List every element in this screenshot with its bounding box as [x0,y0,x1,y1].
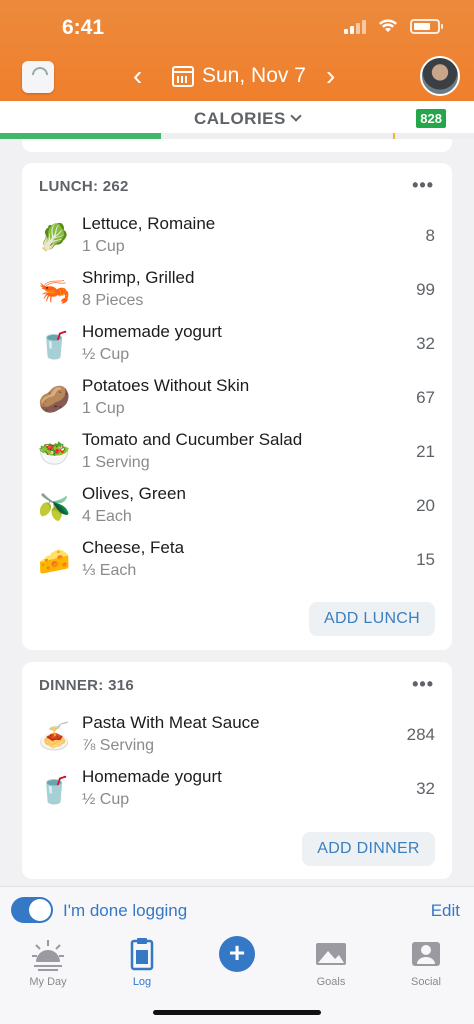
app-header: 6:41 ‹ Sun, Nov 7 › [0,0,474,101]
food-name: Olives, Green [82,484,186,503]
pasta-icon: 🍝 [38,721,71,751]
list-item[interactable]: 🧀 Cheese, Feta ⅓ Each 15 [22,535,452,589]
prev-day-button[interactable]: ‹ [133,62,142,90]
food-portion: ⅓ Each [82,562,137,579]
chevron-down-icon [290,110,302,122]
sunrise-icon [8,936,88,972]
food-portion: 1 Cup [82,400,125,417]
olive-icon: 🫒 [38,492,71,522]
tab-label: My Day [29,976,67,988]
list-item[interactable]: 🥬 Lettuce, Romaine 1 Cup 8 [22,211,452,265]
tab-my-day[interactable]: My Day [8,936,88,988]
done-logging-label: I'm done logging [63,901,188,920]
done-logging-bar: I'm done logging Edit [0,886,474,932]
cheese-icon: 🧀 [38,546,71,576]
goals-image-icon [291,936,371,972]
clipboard-icon [102,936,182,972]
salad-icon: 🥗 [38,438,71,468]
calendar-icon [172,65,194,87]
food-portion: ⅞ Serving [82,737,155,754]
food-portion: 8 Pieces [82,292,144,309]
status-bar: 6:41 [0,14,474,44]
food-calories: 32 [416,779,435,798]
list-item[interactable]: 🥗 Tomato and Cucumber Salad 1 Serving 21 [22,427,452,481]
calories-remaining-badge: 828 [416,109,446,128]
food-name: Tomato and Cucumber Salad [82,430,303,449]
food-calories: 284 [406,725,435,744]
calories-label: CALORIES [194,109,286,128]
lunch-card: LUNCH: 262 ••• 🥬 Lettuce, Romaine 1 Cup … [22,163,452,650]
list-item[interactable]: 🥤 Homemade yogurt ½ Cup 32 [22,319,452,373]
food-name: Pasta With Meat Sauce [82,713,260,732]
current-date: Sun, Nov 7 [202,64,306,87]
list-item[interactable]: 🥤 Homemade yogurt ½ Cup 32 [22,764,452,818]
list-item[interactable]: 🦐 Shrimp, Grilled 8 Pieces 99 [22,265,452,319]
tab-log[interactable]: Log [102,936,182,988]
battery-icon [410,18,443,34]
food-calories: 99 [416,280,435,299]
food-name: Shrimp, Grilled [82,268,195,287]
cellular-signal-icon [344,18,366,34]
shrimp-icon: 🦐 [38,276,71,306]
food-portion: 1 Cup [82,238,125,255]
add-lunch-button[interactable]: ADD LUNCH [309,602,435,636]
lunch-more-icon[interactable]: ••• [412,175,434,196]
done-logging-toggle[interactable] [11,897,53,923]
edit-link[interactable]: Edit [431,901,460,921]
food-calories: 20 [416,496,435,515]
tab-label: Goals [316,976,346,988]
potato-icon: 🥔 [38,384,71,414]
yogurt-cup-icon: 🥤 [38,330,71,360]
social-icon [386,936,466,972]
dinner-title: DINNER: 316 [39,677,134,694]
food-portion: ½ Cup [82,791,130,808]
food-name: Homemade yogurt [82,322,222,341]
food-portion: 4 Each [82,508,132,525]
add-dinner-button[interactable]: ADD DINNER [302,832,435,866]
tab-social[interactable]: Social [386,936,466,988]
status-time: 6:41 [62,16,105,39]
list-item[interactable]: 🥔 Potatoes Without Skin 1 Cup 67 [22,373,452,427]
weigh-in-scale-icon[interactable] [22,61,54,93]
food-name: Lettuce, Romaine [82,214,216,233]
dinner-card: DINNER: 316 ••• 🍝 Pasta With Meat Sauce … [22,662,452,879]
breakfast-card-bottom [22,139,452,152]
food-name: Potatoes Without Skin [82,376,250,395]
avatar[interactable] [420,56,460,96]
food-calories: 15 [416,550,435,569]
tab-goals[interactable]: Goals [291,936,371,988]
yogurt-cup-icon: 🥤 [38,775,71,805]
lettuce-icon: 🥬 [38,222,71,252]
food-portion: 1 Serving [82,454,150,471]
food-portion: ½ Cup [82,346,130,363]
food-calories: 21 [416,442,435,461]
status-icons [344,18,443,34]
food-calories: 67 [416,388,435,407]
lunch-title: LUNCH: 262 [39,178,129,195]
wifi-icon [379,19,397,32]
food-calories: 8 [425,226,435,245]
home-indicator [153,1010,321,1015]
next-day-button[interactable]: › [326,62,335,90]
tab-label: Log [132,976,152,988]
date-selector[interactable]: Sun, Nov 7 [172,64,306,88]
food-calories: 32 [416,334,435,353]
calories-dropdown[interactable]: CALORIES [194,109,302,129]
add-entry-button[interactable]: + [219,936,255,972]
tab-label: Social [411,976,441,988]
list-item[interactable]: 🍝 Pasta With Meat Sauce ⅞ Serving 284 [22,710,452,764]
food-name: Cheese, Feta [82,538,185,557]
food-name: Homemade yogurt [82,767,222,786]
list-item[interactable]: 🫒 Olives, Green 4 Each 20 [22,481,452,535]
dinner-more-icon[interactable]: ••• [412,674,434,695]
